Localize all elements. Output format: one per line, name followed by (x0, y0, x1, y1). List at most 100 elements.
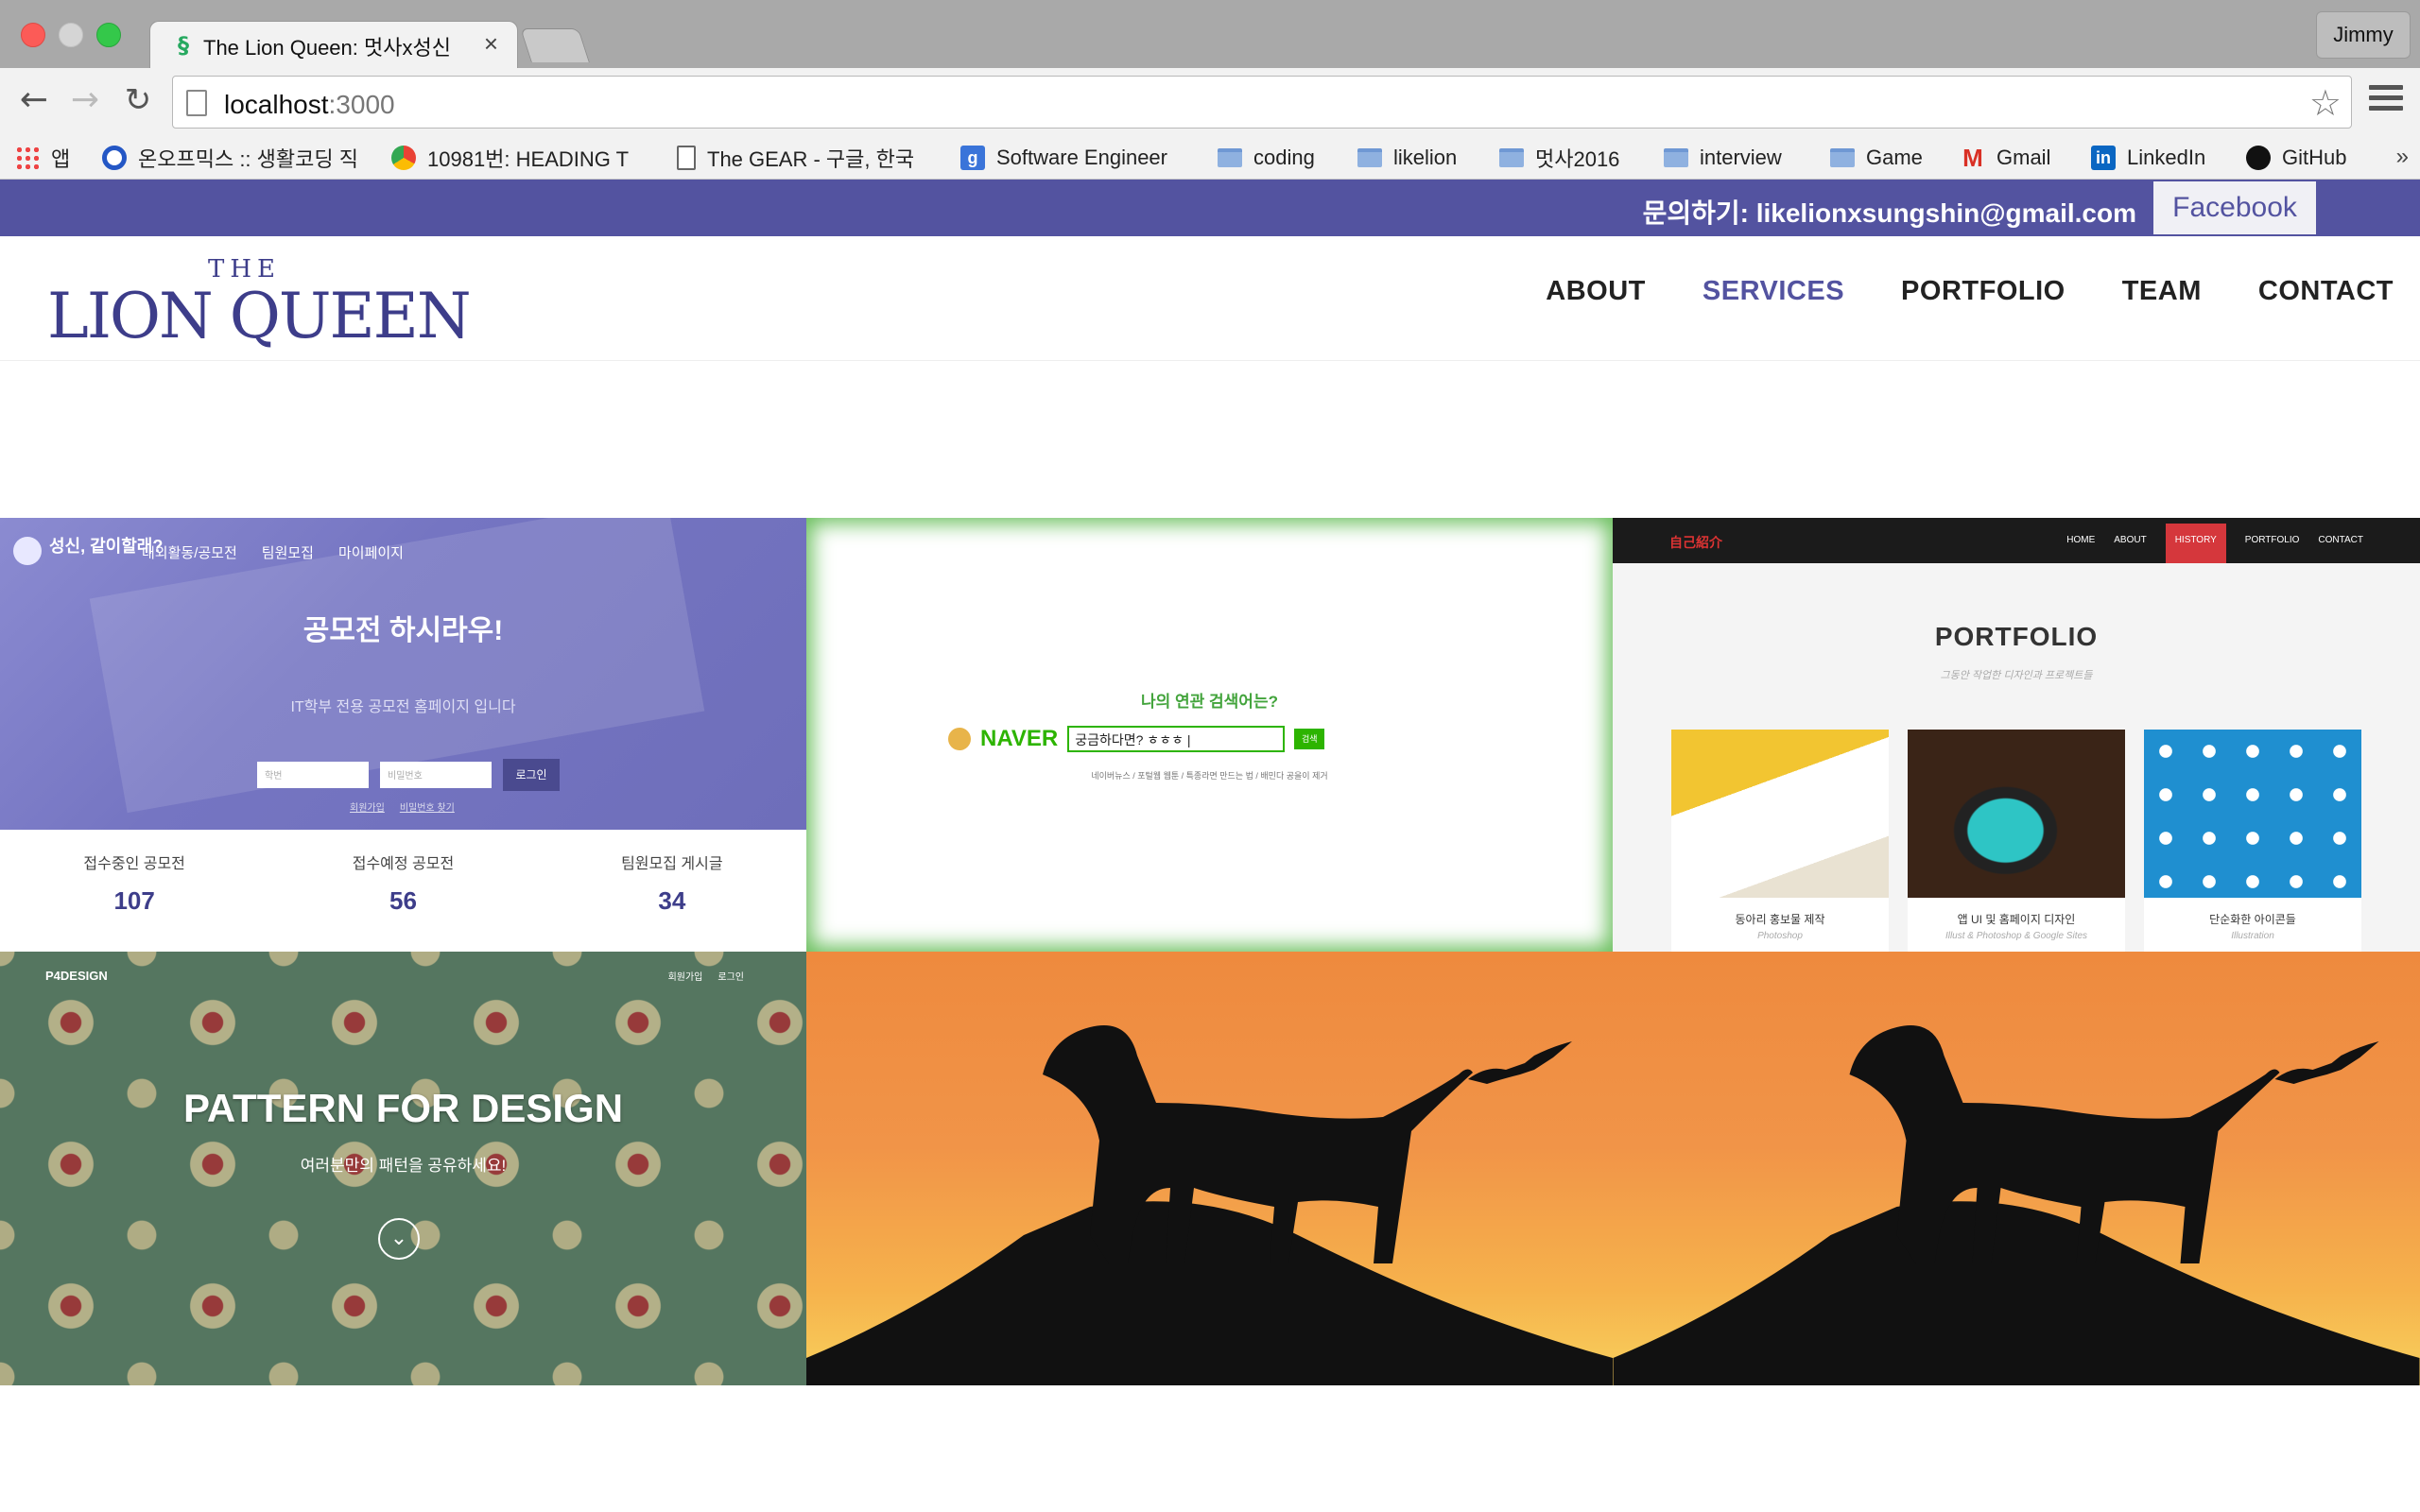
bookmark-apps[interactable]: 앱 (15, 140, 70, 176)
contest-login-button: 로그인 (503, 759, 560, 791)
gmail-icon: M (1962, 144, 1983, 172)
folder-icon (1664, 148, 1688, 167)
site-favicon-icon: § (178, 32, 189, 59)
p4design-logo: P4DESIGN (45, 969, 108, 983)
nav-portfolio[interactable]: PORTFOLIO (1901, 276, 2066, 307)
site-navbar: THE LION QUEEN ABOUT SERVICES PORTFOLIO … (0, 236, 2420, 361)
naver-mascot-icon (948, 728, 971, 750)
portfolio-card: 단순화한 아이콘들 Illustration (2144, 730, 2361, 952)
contest-hero: 성신, 같이할래? 대외활동/공모전 팀원모집 마이페이지 공모전 하시라우! … (0, 518, 806, 830)
nav-about[interactable]: ABOUT (1546, 276, 1646, 307)
contest-password-field: 비밀번호 (380, 762, 492, 788)
chevron-down-icon: ⌄ (378, 1218, 420, 1260)
nav-contact[interactable]: CONTACT (2258, 276, 2394, 307)
naver-search-bar: NAVER 궁금하다면? ㅎㅎㅎ | 검색 (948, 726, 1325, 752)
portfolio-item-contest-site[interactable]: 성신, 같이할래? 대외활동/공모전 팀원모집 마이페이지 공모전 하시라우! … (0, 518, 806, 952)
zoom-window-button[interactable] (96, 23, 121, 47)
bookmark-heading[interactable]: 10981번: HEADING T (391, 140, 629, 176)
folder-icon (1499, 148, 1524, 167)
portfolio-item-lion-placeholder[interactable] (1613, 952, 2420, 1385)
icons-thumbnail (2144, 730, 2361, 898)
p4design-subtitle: 여러분만의 패턴을 공유하세요! (300, 1157, 507, 1175)
app-ui-thumbnail (1908, 730, 2125, 898)
lion-sunset-image (806, 952, 1613, 1385)
url-text[interactable]: localhost:3000 (224, 90, 395, 120)
tab-title: The Lion Queen: 멋사x성신 (203, 36, 451, 60)
page-icon (186, 90, 207, 116)
bookmarks-bar: 앱 온오프믹스 :: 생활코딩 직 10981번: HEADING T The … (0, 136, 2420, 180)
bookmark-github[interactable]: GitHub (2246, 140, 2346, 176)
personal-site-logo: 自己紹介 (1669, 535, 1722, 550)
contest-logo-icon (13, 537, 42, 565)
personal-portfolio-title: PORTFOLIO (1934, 622, 2099, 651)
site-topbar: 문의하기: likelionxsungshin@gmail.com Facebo… (0, 180, 2420, 236)
contest-login-form: 학번 비밀번호 로그인 (257, 759, 560, 791)
bookmark-folder-likelion[interactable]: likelion (1357, 140, 1457, 176)
portfolio-card: 동아리 홍보물 제작 Photoshop (1671, 730, 1889, 952)
contest-menu: 대외활동/공모전 팀원모집 마이페이지 (142, 545, 404, 561)
bookmark-software-engineer[interactable]: g Software Engineer (960, 140, 1167, 176)
portfolio-grid: 성신, 같이할래? 대외활동/공모전 팀원모집 마이페이지 공모전 하시라우! … (0, 518, 2420, 1385)
bookmark-linkedin[interactable]: in LinkedIn (2091, 140, 2205, 176)
minimize-window-button[interactable] (59, 23, 83, 47)
new-tab-button[interactable] (520, 28, 590, 62)
nav-services[interactable]: SERVICES (1703, 276, 1844, 307)
onoffmix-icon (102, 146, 127, 170)
stat-team-posts: 팀원모집 게시글 34 (621, 856, 723, 915)
p4design-headline: PATTERN FOR DESIGN (182, 1086, 624, 1130)
bookmark-onoffmix[interactable]: 온오프믹스 :: 생활코딩 직 (102, 140, 358, 176)
naver-search-button: 검색 (1294, 729, 1325, 749)
bookmark-folder-coding[interactable]: coding (1218, 140, 1315, 176)
bookmark-gmail[interactable]: M Gmail (1961, 140, 2050, 176)
bookmark-folder-game[interactable]: Game (1830, 140, 1923, 176)
contest-subtitle: IT학부 전용 공모전 홈페이지 입니다 (290, 699, 516, 715)
bookmarks-overflow-icon[interactable]: » (2396, 144, 2409, 170)
bookmark-folder-interview[interactable]: interview (1664, 140, 1782, 176)
browser-titlebar: § The Lion Queen: 멋사x성신 × Jimmy (0, 0, 2420, 70)
bookmark-folder-meotsa2016[interactable]: 멋사2016 (1499, 140, 1619, 176)
software-engineer-icon: g (960, 146, 985, 170)
tab-close-icon[interactable]: × (484, 29, 498, 59)
browser-tab-active[interactable]: § The Lion Queen: 멋사x성신 × (149, 21, 518, 70)
close-window-button[interactable] (21, 23, 45, 47)
naver-related-keywords: 네이버뉴스 / 포털웹 웹툰 / 특종라면 만드는 법 / 배민다 공을이 제거 (1091, 771, 1328, 781)
stat-upcoming-contests: 접수예정 공모전 56 (352, 856, 455, 915)
portfolio-item-naver-search[interactable]: 나의 연관 검색어는? NAVER 궁금하다면? ㅎㅎㅎ | 검색 네이버뉴스 … (806, 518, 1613, 952)
folder-icon (1357, 148, 1382, 167)
browser-toolbar: ← → ↻ localhost:3000 ☆ (0, 68, 2420, 136)
contest-headline: 공모전 하시라우! (302, 615, 504, 646)
portfolio-item-lion-placeholder[interactable] (806, 952, 1613, 1385)
p4design-menu: 회원가입 로그인 (667, 972, 744, 983)
facebook-button[interactable]: Facebook (2153, 181, 2316, 234)
stat-open-contests: 접수중인 공모전 107 (83, 856, 185, 915)
main-nav: ABOUT SERVICES PORTFOLIO TEAM CONTACT (1546, 276, 2394, 307)
back-arrow-icon[interactable]: ← (13, 81, 55, 123)
apps-icon (15, 146, 40, 170)
chrome-icon (391, 146, 416, 170)
profile-button[interactable]: Jimmy (2316, 11, 2411, 59)
personal-site-header: 自己紹介 HOME ABOUT HISTORY PORTFOLIO CONTAC… (1613, 518, 2420, 563)
address-bar[interactable]: localhost:3000 ☆ (172, 76, 2352, 129)
naver-logo: NAVER (980, 726, 1059, 751)
poster-thumbnail (1671, 730, 1889, 898)
portfolio-card: 앱 UI 및 홈페이지 디자인 Illust & Photoshop & Goo… (1908, 730, 2125, 952)
lion-sunset-image (1613, 952, 2420, 1385)
portfolio-item-pattern-for-design[interactable]: P4DESIGN 회원가입 로그인 PATTERN FOR DESIGN 여러분… (0, 952, 806, 1385)
folder-icon (1218, 148, 1242, 167)
lion-silhouette-icon (1613, 1025, 2420, 1385)
linkedin-icon: in (2091, 146, 2116, 170)
reload-icon[interactable]: ↻ (117, 81, 159, 123)
browser-menu-icon[interactable] (2369, 85, 2403, 119)
personal-portfolio-subtitle: 그동안 작업한 디자인과 프로젝트들 (1940, 670, 2093, 681)
bookmark-star-icon[interactable]: ☆ (2309, 82, 2342, 124)
naver-search-field: 궁금하다면? ㅎㅎㅎ | (1067, 726, 1286, 752)
site-logo[interactable]: THE LION QUEEN (47, 255, 472, 352)
contact-email-link[interactable]: 문의하기: likelionxsungshin@gmail.com (1643, 193, 2136, 231)
contest-auth-links: 회원가입 비밀번호 찾기 (350, 803, 455, 814)
portfolio-item-personal-portfolio[interactable]: 自己紹介 HOME ABOUT HISTORY PORTFOLIO CONTAC… (1613, 518, 2420, 952)
forward-arrow-icon[interactable]: → (64, 81, 106, 123)
contest-id-field: 학번 (257, 762, 369, 788)
nav-team[interactable]: TEAM (2122, 276, 2202, 307)
bookmark-the-gear[interactable]: The GEAR - 구글, 한국 (677, 140, 914, 176)
naver-question: 나의 연관 검색어는? (1141, 693, 1278, 711)
